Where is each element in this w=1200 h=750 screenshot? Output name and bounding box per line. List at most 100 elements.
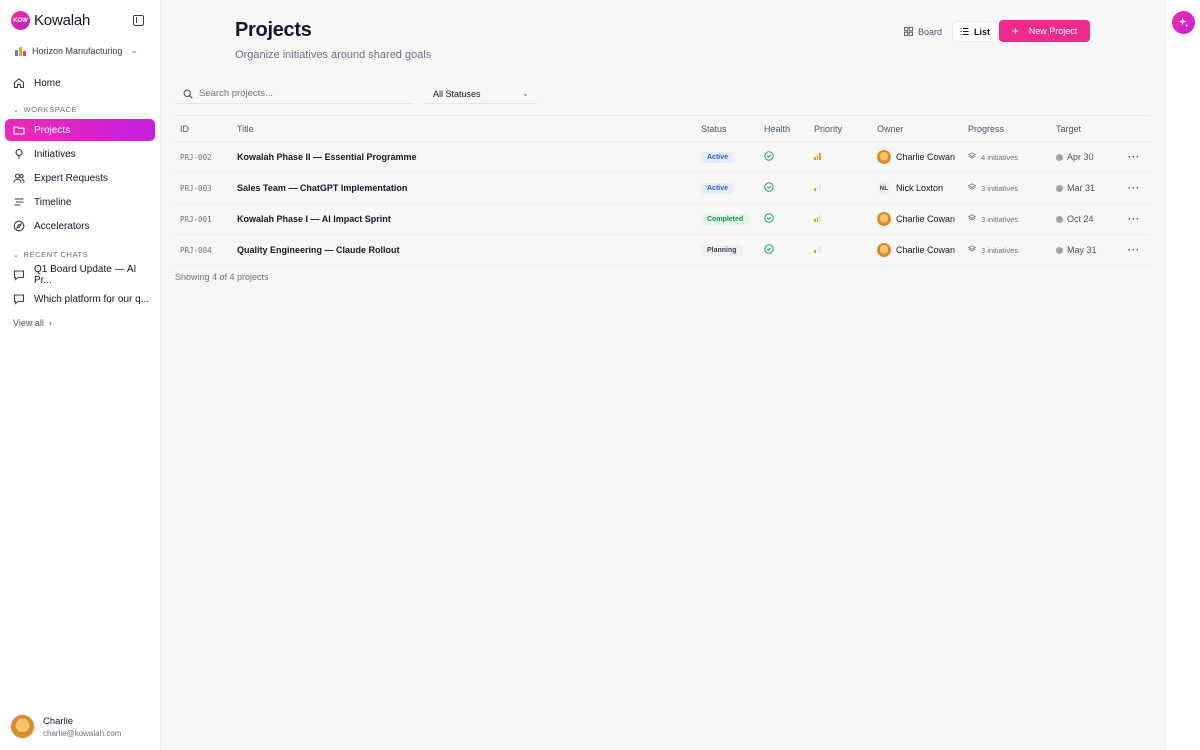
sidebar-item-timeline[interactable]: Timeline	[5, 191, 155, 213]
target-cell: Oct 24	[1056, 214, 1124, 224]
priority-bar	[819, 246, 821, 253]
priority-bar	[816, 155, 818, 160]
recent-chats-section-label[interactable]: ⌄ RECENT CHATS	[13, 250, 88, 259]
user-profile[interactable]: Charlie charlie@kowalah.com	[10, 714, 121, 739]
chevron-down-icon: ⌄	[522, 89, 529, 98]
user-email: charlie@kowalah.com	[43, 728, 122, 738]
folder-icon	[13, 126, 25, 135]
check-circle-icon	[764, 182, 774, 192]
recent-chat-label: Which platform for our q...	[34, 293, 150, 305]
ai-assistant-button[interactable]	[1172, 11, 1195, 34]
table-header: ID Title Status Health Priority Owner Pr…	[175, 116, 1151, 142]
org-switcher[interactable]: Horizon Manufacturing ⌄	[15, 45, 138, 56]
project-title[interactable]: Quality Engineering — Claude Rollout	[237, 245, 701, 255]
priority-bar	[816, 186, 818, 191]
brand-name: Kowalah	[34, 12, 91, 29]
priority-bars-icon	[814, 153, 821, 160]
column-header-title[interactable]: Title	[237, 124, 701, 134]
factory-icon	[15, 46, 26, 56]
row-menu-button[interactable]: ···	[1124, 214, 1144, 224]
sidebar: KOW Kowalah Horizon Manufacturing ⌄ Home…	[0, 0, 161, 750]
priority-bar	[819, 184, 821, 191]
project-id: PRJ-003	[180, 183, 212, 193]
progress-cell: 3 initiatives	[967, 183, 1056, 193]
priority-bar	[819, 215, 821, 222]
project-title[interactable]: Sales Team — ChatGPT Implementation	[237, 183, 701, 193]
target-dot-icon	[1056, 184, 1063, 192]
recent-chat-item[interactable]: Which platform for our q...	[5, 288, 155, 310]
target-dot-icon	[1056, 215, 1063, 223]
target-date: May 31	[1067, 245, 1097, 255]
target-cell: Apr 30	[1056, 152, 1124, 162]
plus-icon: +	[1011, 24, 1019, 38]
status-filter-select[interactable]: All Statuses ⌄	[425, 84, 537, 104]
layers-icon	[967, 214, 977, 224]
row-menu-button[interactable]: ···	[1124, 183, 1144, 193]
avatar	[877, 212, 891, 226]
view-toggle: Board List	[897, 22, 998, 41]
priority-bar	[814, 219, 816, 222]
status-badge: Planning	[701, 245, 743, 256]
avatar: NL	[877, 181, 891, 195]
chat-icon	[13, 270, 25, 281]
search-input[interactable]: Search projects...	[175, 84, 413, 104]
workspace-section-label[interactable]: ⌄ WORKSPACE	[13, 105, 77, 114]
list-view-label: List	[974, 26, 991, 37]
target-date: Mar 31	[1067, 183, 1096, 193]
column-header-progress[interactable]: Progress	[968, 124, 1056, 134]
sidebar-item-accelerators[interactable]: Accelerators	[5, 215, 155, 237]
status-filter-value: All Statuses	[433, 88, 481, 99]
sidebar-item-projects[interactable]: Projects	[5, 119, 155, 141]
owner-cell: NL Nick Loxton	[877, 181, 968, 195]
column-header-target[interactable]: Target	[1056, 124, 1124, 134]
owner-name: Charlie Cowan	[896, 214, 956, 224]
page-subtitle: Organize initiatives around shared goals	[235, 49, 432, 61]
recent-chat-item[interactable]: Q1 Board Update — AI Pr...	[5, 264, 155, 286]
new-project-label: New Project	[1028, 26, 1078, 36]
table-row[interactable]: PRJ-002 Kowalah Phase II — Essential Prog…	[175, 142, 1151, 173]
priority-bar	[814, 250, 816, 253]
main-content: Projects Organize initiatives around sha…	[161, 0, 1165, 750]
owner-cell: Charlie Cowan	[877, 212, 968, 226]
project-title[interactable]: Kowalah Phase I — AI Impact Sprint	[237, 214, 701, 224]
row-menu-button[interactable]: ···	[1124, 245, 1144, 255]
row-menu-button[interactable]: ···	[1124, 152, 1144, 162]
priority-bar	[816, 217, 818, 222]
sidebar-item-label: Initiatives	[34, 148, 76, 160]
org-name: Horizon Manufacturing	[32, 45, 123, 56]
layers-icon	[967, 183, 977, 193]
column-header-health[interactable]: Health	[764, 124, 814, 134]
status-badge: Active	[701, 183, 735, 194]
board-view-button[interactable]: Board	[897, 22, 949, 41]
user-name: Charlie	[43, 715, 74, 727]
view-all-link[interactable]: View all ›	[13, 318, 52, 328]
column-header-priority[interactable]: Priority	[814, 124, 877, 134]
progress-cell: 3 initiatives	[967, 245, 1056, 255]
list-icon	[960, 28, 969, 35]
column-header-status[interactable]: Status	[701, 124, 764, 134]
recent-chats-label-text: RECENT CHATS	[23, 250, 89, 259]
sidebar-item-label: Projects	[34, 124, 71, 136]
table-row[interactable]: PRJ-003 Sales Team — ChatGPT Implementati…	[175, 173, 1151, 204]
brand[interactable]: KOW Kowalah	[11, 11, 90, 30]
owner-name: Nick Loxton	[896, 183, 944, 193]
sidebar-item-expert-requests[interactable]: Expert Requests	[5, 167, 155, 189]
list-view-button[interactable]: List	[953, 22, 998, 41]
priority-bars-icon	[814, 246, 821, 253]
target-date: Apr 30	[1067, 152, 1094, 162]
sidebar-item-initiatives[interactable]: Initiatives	[5, 143, 155, 165]
column-header-id[interactable]: ID	[175, 124, 237, 134]
new-project-button[interactable]: + New Project	[999, 20, 1090, 42]
collapse-sidebar-icon[interactable]	[133, 15, 144, 26]
priority-bars-icon	[814, 215, 821, 222]
chevron-down-icon: ⌄	[13, 106, 20, 114]
project-id: PRJ-002	[180, 152, 212, 162]
layers-icon	[967, 152, 977, 162]
progress-text: 3 initiatives	[981, 183, 1019, 193]
nav-home[interactable]: Home	[5, 72, 155, 94]
project-title[interactable]: Kowalah Phase II — Essential Programme	[237, 152, 701, 162]
column-header-owner[interactable]: Owner	[877, 124, 968, 134]
table-row[interactable]: PRJ-001 Kowalah Phase I — AI Impact Sprin…	[175, 204, 1151, 235]
table-row[interactable]: PRJ-004 Quality Engineering — Claude Roll…	[175, 235, 1151, 266]
projects-table: ID Title Status Health Priority Owner Pr…	[175, 115, 1151, 266]
